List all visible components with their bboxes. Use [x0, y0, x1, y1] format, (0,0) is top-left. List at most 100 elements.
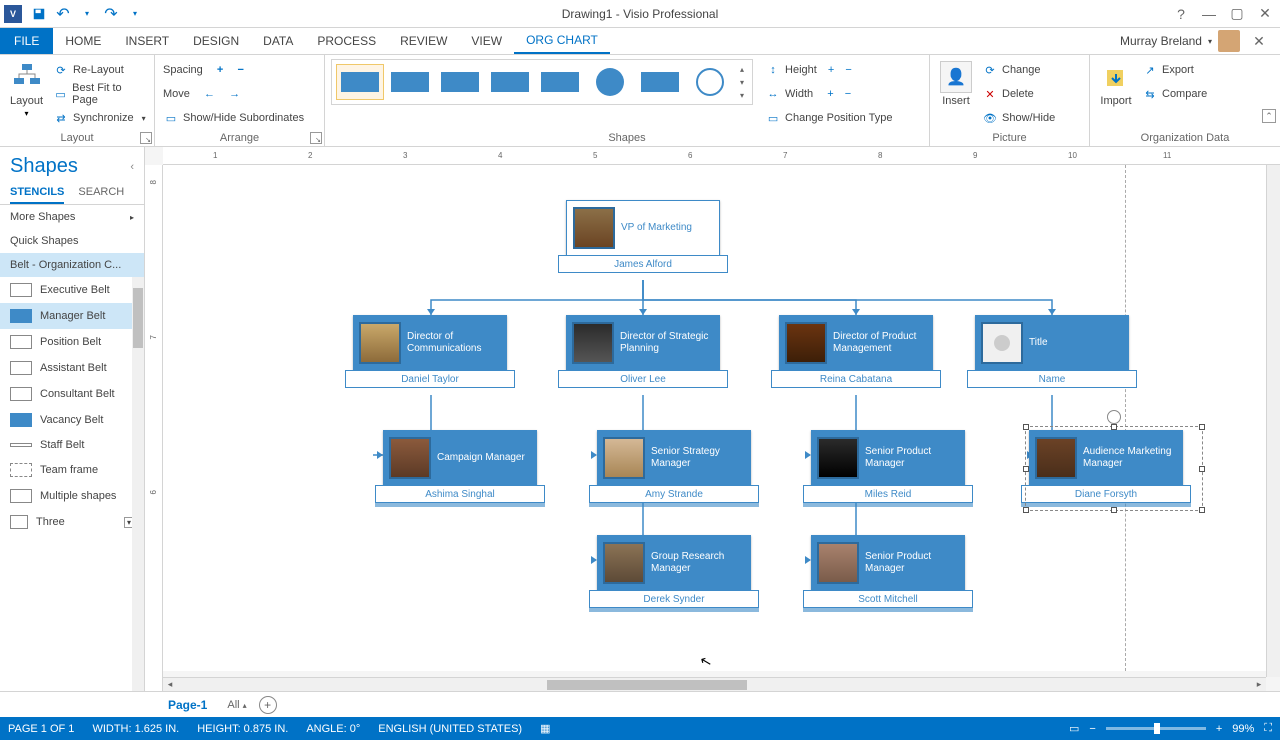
- relayout-button[interactable]: ⟳Re-Layout: [51, 59, 148, 81]
- tab-file[interactable]: FILE: [0, 28, 53, 54]
- undo-dropdown[interactable]: ▾: [78, 5, 96, 23]
- width-control[interactable]: ↔Width + −: [763, 83, 894, 105]
- orgnode-dir-prod[interactable]: Director of Product Management Reina Cab…: [779, 315, 949, 388]
- ribbon-tabs: FILE HOME INSERT DESIGN DATA PROCESS REV…: [0, 28, 1280, 55]
- qat-dropdown[interactable]: ▾: [126, 5, 144, 23]
- fit-page-icon[interactable]: ⛶: [1264, 722, 1272, 735]
- tab-insert[interactable]: INSERT: [113, 28, 181, 54]
- shape-item-multiple[interactable]: Multiple shapes: [0, 483, 144, 509]
- orgnode-vp[interactable]: VP of Marketing James Alford: [566, 200, 736, 273]
- help-icon[interactable]: ?: [1168, 3, 1194, 25]
- showhide-subordinates-button[interactable]: ▭Show/Hide Subordinates: [161, 107, 318, 129]
- title-bar: V ↶ ▾ ↷ ▾ Drawing1 - Visio Professional …: [0, 0, 1280, 28]
- tab-orgchart[interactable]: ORG CHART: [514, 28, 610, 54]
- vertical-scrollbar[interactable]: [1266, 165, 1280, 677]
- canvas-area: 1234567891011 876 VP of Marketing James …: [145, 147, 1280, 691]
- height-control[interactable]: ↕Height + −: [763, 59, 894, 81]
- quick-shapes-item[interactable]: Quick Shapes: [0, 229, 144, 253]
- shape-style-gallery[interactable]: ▴ ▾ ▾: [331, 59, 753, 105]
- change-position-button[interactable]: ▭Change Position Type: [763, 107, 894, 129]
- redo-icon[interactable]: ↷: [102, 5, 120, 23]
- shape-style-2[interactable]: [386, 64, 434, 100]
- shape-item-position[interactable]: Position Belt: [0, 329, 144, 355]
- drawing-canvas[interactable]: VP of Marketing James Alford Director of…: [163, 165, 1266, 671]
- zoom-slider[interactable]: [1106, 727, 1206, 730]
- shape-style-6[interactable]: [586, 64, 634, 100]
- tab-home[interactable]: HOME: [53, 28, 113, 54]
- import-button[interactable]: Import: [1096, 59, 1136, 109]
- window-title: Drawing1 - Visio Professional: [562, 7, 719, 21]
- orgnode-mgr-sprod[interactable]: Senior Product Manager Miles Reid: [811, 430, 981, 507]
- close-button[interactable]: ✕: [1252, 3, 1278, 25]
- collapse-ribbon-icon[interactable]: ⌃: [1262, 109, 1276, 123]
- orgnode-mgr-campaign[interactable]: Campaign Manager Ashima Singhal: [383, 430, 553, 507]
- showhide-picture-button[interactable]: 👁Show/Hide: [980, 107, 1057, 129]
- rotate-handle[interactable]: [1107, 410, 1121, 424]
- belt-category-item[interactable]: Belt - Organization C...: [0, 253, 144, 277]
- shape-style-8[interactable]: [686, 64, 734, 100]
- zoom-out-button[interactable]: −: [1089, 723, 1095, 735]
- panel-scrollbar[interactable]: [132, 277, 144, 691]
- shape-style-5[interactable]: [536, 64, 584, 100]
- stencils-tab[interactable]: STENCILS: [10, 182, 64, 204]
- shape-item-teamframe[interactable]: Team frame: [0, 457, 144, 483]
- tab-view[interactable]: VIEW: [459, 28, 514, 54]
- undo-icon[interactable]: ↶: [54, 5, 72, 23]
- layout-button[interactable]: Layout ▾: [6, 59, 47, 120]
- gallery-up[interactable]: ▴: [740, 65, 744, 74]
- orgnode-dir-strat[interactable]: Director of Strategic Planning Oliver Le…: [566, 315, 736, 388]
- presentation-icon[interactable]: ▭: [1069, 722, 1079, 735]
- spacing-control[interactable]: Spacing + −: [161, 59, 318, 81]
- zoom-in-button[interactable]: +: [1216, 723, 1222, 735]
- export-button[interactable]: ↗Export: [1140, 59, 1209, 81]
- maximize-button[interactable]: ▢: [1224, 3, 1250, 25]
- user-avatar[interactable]: [1218, 30, 1240, 52]
- shape-style-3[interactable]: [436, 64, 484, 100]
- orgnode-mgr-strategy[interactable]: Senior Strategy Manager Amy Strande: [597, 430, 767, 507]
- page-tab-1[interactable]: Page-1: [160, 696, 215, 714]
- gallery-more[interactable]: ▾: [740, 91, 744, 100]
- gallery-down[interactable]: ▾: [740, 78, 744, 87]
- shape-style-7[interactable]: [636, 64, 684, 100]
- orgnode-dir-blank[interactable]: Title Name: [975, 315, 1145, 388]
- collapse-panel-icon[interactable]: ‹: [130, 161, 134, 173]
- tab-data[interactable]: DATA: [251, 28, 305, 54]
- bestfit-button[interactable]: ▭Best Fit to Page: [51, 83, 148, 105]
- shape-item-three[interactable]: Three▾: [0, 509, 144, 535]
- synchronize-button[interactable]: ⇄Synchronize▾: [51, 107, 148, 129]
- shape-item-assistant[interactable]: Assistant Belt: [0, 355, 144, 381]
- shape-item-executive[interactable]: Executive Belt: [0, 277, 144, 303]
- insert-picture-button[interactable]: 👤 Insert: [936, 59, 976, 109]
- scroll-right-icon[interactable]: ▸: [1252, 679, 1266, 691]
- close-ribbon-button[interactable]: ✕: [1246, 30, 1272, 52]
- orgnode-dir-comm[interactable]: Director of Communications Daniel Taylor: [353, 315, 523, 388]
- orgnode-mgr-group[interactable]: Group Research Manager Derek Synder: [597, 535, 767, 612]
- shape-item-vacancy[interactable]: Vacancy Belt: [0, 407, 144, 433]
- move-control[interactable]: Move ← →: [161, 83, 318, 105]
- shape-item-consultant[interactable]: Consultant Belt: [0, 381, 144, 407]
- search-tab[interactable]: SEARCH: [78, 182, 124, 204]
- macro-icon[interactable]: ▦: [540, 722, 550, 735]
- horizontal-scrollbar[interactable]: ◂ ▸: [163, 677, 1266, 691]
- page-all[interactable]: All ▴: [227, 699, 246, 711]
- scroll-left-icon[interactable]: ◂: [163, 679, 177, 691]
- add-page-button[interactable]: +: [259, 696, 277, 714]
- save-icon[interactable]: [30, 5, 48, 23]
- compare-button[interactable]: ⇆Compare: [1140, 83, 1209, 105]
- shape-item-staff[interactable]: Staff Belt: [0, 433, 144, 457]
- arrange-launcher[interactable]: [310, 132, 322, 144]
- more-shapes-item[interactable]: More Shapes▸: [0, 205, 144, 229]
- tab-design[interactable]: DESIGN: [181, 28, 251, 54]
- shape-style-4[interactable]: [486, 64, 534, 100]
- tab-process[interactable]: PROCESS: [305, 28, 388, 54]
- orgnode-mgr-audience[interactable]: Audience Marketing Manager Diane Forsyth: [1029, 430, 1199, 507]
- shape-item-manager[interactable]: Manager Belt: [0, 303, 144, 329]
- tab-review[interactable]: REVIEW: [388, 28, 459, 54]
- user-name[interactable]: Murray Breland: [1120, 34, 1202, 48]
- orgnode-mgr-sprod2[interactable]: Senior Product Manager Scott Mitchell: [811, 535, 981, 612]
- change-picture-button[interactable]: ⟳Change: [980, 59, 1057, 81]
- layout-launcher[interactable]: [140, 132, 152, 144]
- shape-style-1[interactable]: [336, 64, 384, 100]
- minimize-button[interactable]: ―: [1196, 3, 1222, 25]
- delete-picture-button[interactable]: ✕Delete: [980, 83, 1057, 105]
